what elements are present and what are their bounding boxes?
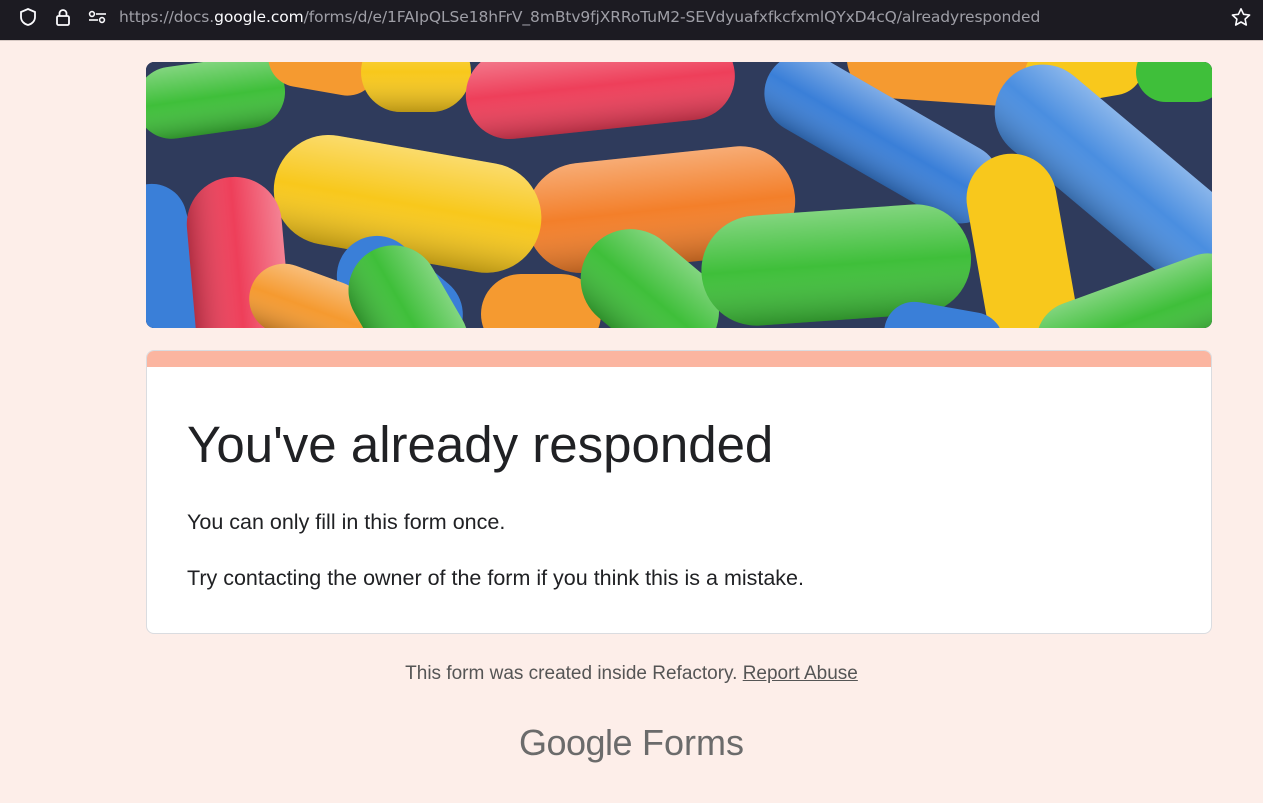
report-abuse-link[interactable]: Report Abuse — [743, 663, 858, 684]
message-line-1: You can only fill in this form once. — [187, 510, 506, 534]
page-title: You've already responded — [187, 416, 774, 473]
permissions-icon[interactable] — [87, 7, 107, 27]
logo-forms: Forms — [642, 722, 745, 763]
url-field[interactable]: https://docs.google.com/forms/d/e/1FAIpQ… — [119, 8, 1040, 26]
footer-note: This form was created inside Refactory. … — [0, 663, 1263, 685]
footer-created-text: This form was created inside Refactory. — [405, 663, 743, 684]
google-forms-logo[interactable]: Google Forms — [0, 722, 1263, 764]
url-prefix: https://docs. — [119, 8, 215, 26]
message-line-2: Try contacting the owner of the form if … — [187, 566, 804, 590]
lock-icon[interactable] — [53, 7, 73, 27]
candy-header-image — [146, 62, 1212, 328]
star-icon[interactable] — [1230, 7, 1251, 27]
url-path: /forms/d/e/1FAIpQLSe18hFrV_8mBtv9fjXRRoT… — [303, 8, 1041, 26]
response-card: You've already responded You can only fi… — [146, 350, 1212, 634]
shield-icon[interactable] — [18, 7, 38, 27]
url-host: google.com — [214, 8, 304, 26]
card-accent-bar — [147, 351, 1211, 367]
logo-google: Google — [518, 722, 633, 763]
browser-url-bar: https://docs.google.com/forms/d/e/1FAIpQ… — [0, 0, 1263, 34]
toolbar-divider — [0, 40, 1263, 41]
